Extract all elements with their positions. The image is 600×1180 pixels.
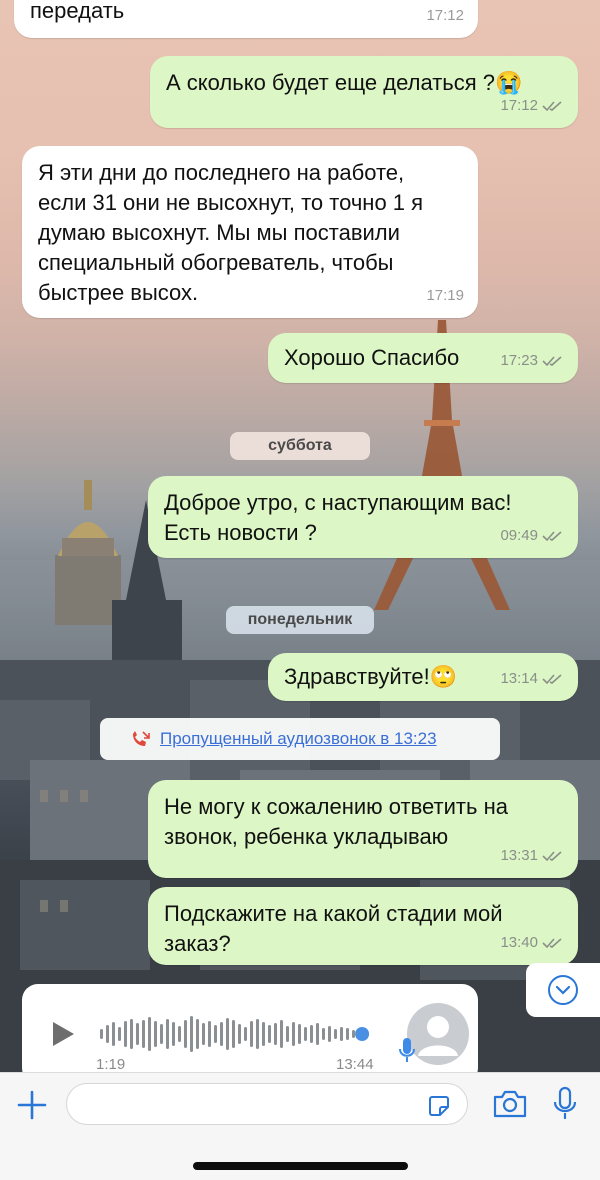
read-ticks-icon	[542, 938, 562, 949]
message-time: 17:12	[426, 7, 464, 24]
message-meta: 13:14	[500, 664, 564, 694]
message-meta: 17:19	[426, 281, 464, 311]
message-meta: 13:40	[500, 928, 564, 958]
microphone-icon	[399, 1038, 415, 1062]
read-ticks-icon	[542, 356, 562, 367]
waveform-bar	[238, 1024, 241, 1044]
message-outgoing[interactable]: Хорошо Спасибо 17:23	[268, 333, 578, 383]
message-meta: 17:12	[426, 1, 464, 31]
waveform-bar	[256, 1019, 259, 1049]
waveform-bar	[184, 1020, 187, 1048]
waveform-bar	[262, 1022, 265, 1046]
chevron-down-icon	[548, 975, 578, 1005]
message-incoming[interactable]: Я эти дни до последнего на работе, если …	[22, 146, 478, 318]
waveform-bar	[346, 1028, 349, 1040]
message-meta: 17:23	[500, 346, 564, 376]
missed-call-notice[interactable]: Пропущенный аудиозвонок в 13:23	[100, 718, 500, 760]
message-text: передать	[30, 0, 125, 23]
message-meta: 17:12	[500, 91, 564, 121]
waveform-bar	[328, 1026, 331, 1042]
missed-call-icon	[133, 731, 150, 746]
read-ticks-icon	[542, 531, 562, 542]
voice-time: 13:44	[336, 1056, 374, 1073]
waveform-bar	[244, 1027, 247, 1041]
read-ticks-icon	[542, 851, 562, 862]
message-meta: 09:49	[500, 521, 564, 551]
waveform-bar	[334, 1029, 337, 1039]
sticker-icon[interactable]	[426, 1093, 452, 1119]
waveform-bar	[286, 1026, 289, 1042]
waveform-bar	[220, 1022, 223, 1046]
voice-message: 1:19 13:44	[22, 984, 478, 1084]
waveform-bar	[136, 1023, 139, 1045]
waveform-bar	[214, 1025, 217, 1043]
missed-call-link[interactable]: Пропущенный аудиозвонок в 13:23	[160, 729, 437, 749]
waveform-bar	[172, 1022, 175, 1046]
waveform-bar	[130, 1019, 133, 1049]
waveform-bar	[160, 1024, 163, 1044]
waveform-bar	[322, 1028, 325, 1040]
waveform-bar	[100, 1029, 103, 1039]
waveform-bar	[268, 1025, 271, 1043]
read-ticks-icon	[542, 101, 562, 112]
waveform-bar	[352, 1030, 355, 1038]
waveform-bar	[166, 1019, 169, 1049]
waveform-bar	[316, 1023, 319, 1045]
waveform-bar	[118, 1027, 121, 1041]
message-time: 17:19	[426, 287, 464, 304]
voice-waveform[interactable]	[100, 1014, 390, 1054]
play-icon[interactable]	[50, 1020, 76, 1048]
waveform-bar	[280, 1020, 283, 1048]
message-time: 13:14	[500, 670, 538, 687]
waveform-bar	[142, 1020, 145, 1048]
message-time: 17:23	[500, 352, 538, 369]
waveform-bar	[178, 1026, 181, 1042]
message-outgoing[interactable]: Здравствуйте!🙄 13:14	[268, 653, 578, 701]
waveform-bar	[310, 1025, 313, 1043]
waveform-bar	[226, 1018, 229, 1050]
waveform-bar	[208, 1021, 211, 1047]
microphone-icon[interactable]	[552, 1086, 578, 1122]
waveform-bar	[202, 1023, 205, 1045]
message-input[interactable]	[66, 1083, 468, 1125]
message-time: 13:31	[500, 847, 538, 864]
waveform-bar	[340, 1027, 343, 1041]
waveform-bar	[154, 1021, 157, 1047]
waveform-bar	[292, 1022, 295, 1046]
waveform-bar	[124, 1021, 127, 1047]
waveform-bar	[232, 1020, 235, 1048]
waveform-bar	[112, 1022, 115, 1046]
home-indicator	[193, 1162, 408, 1170]
waveform-bar	[274, 1023, 277, 1045]
camera-icon[interactable]	[492, 1089, 528, 1119]
waveform-bar	[304, 1027, 307, 1041]
playback-position-dot[interactable]	[355, 1027, 370, 1041]
message-time: 13:40	[500, 934, 538, 951]
message-text: Я эти дни до последнего на работе, если …	[38, 160, 424, 305]
message-incoming[interactable]: передать 17:12	[14, 0, 478, 38]
voice-duration: 1:19	[96, 1056, 126, 1073]
message-composer	[0, 1072, 600, 1180]
message-outgoing[interactable]: Доброе утро, с наступающим вас! Есть нов…	[148, 476, 578, 558]
waveform-bar	[106, 1025, 109, 1043]
waveform-bar	[196, 1019, 199, 1049]
message-time: 17:12	[500, 97, 538, 114]
waveform-bar	[148, 1017, 151, 1051]
waveform-bar	[190, 1016, 193, 1052]
waveform-bar	[298, 1024, 301, 1044]
read-ticks-icon	[542, 674, 562, 685]
message-time: 09:49	[500, 527, 538, 544]
message-outgoing[interactable]: Подскажите на какой стадии мой заказ? 13…	[148, 887, 578, 965]
message-outgoing[interactable]: Не могу к сожалению ответить на звонок, …	[148, 780, 578, 878]
plus-icon[interactable]	[16, 1089, 48, 1121]
day-separator: суббота	[230, 432, 370, 460]
day-separator: понедельник	[226, 606, 374, 634]
scroll-to-bottom-button[interactable]	[526, 963, 600, 1017]
message-meta: 13:31	[500, 841, 564, 871]
waveform-bar	[250, 1021, 253, 1047]
message-outgoing[interactable]: А сколько будет еще делаться ?😭 17:12	[150, 56, 578, 128]
